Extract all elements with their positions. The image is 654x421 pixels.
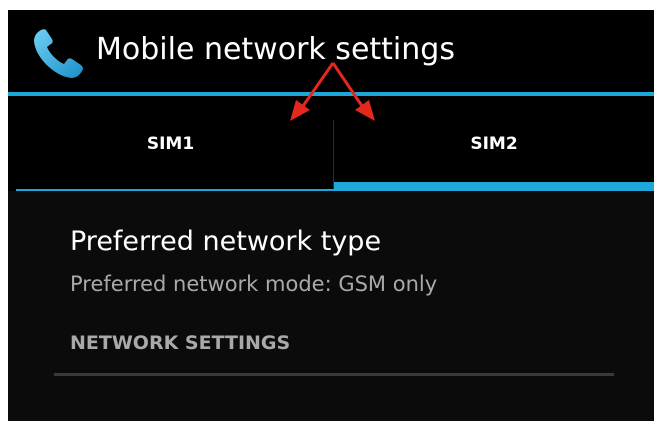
app-title: Mobile network settings: [96, 32, 455, 67]
preferred-network-type-item[interactable]: Preferred network type Preferred network…: [60, 200, 620, 310]
tab-sim1-label: SIM1: [146, 133, 195, 154]
network-settings-header: NETWORK SETTINGS: [70, 332, 291, 354]
preference-title: Preferred network type: [70, 226, 382, 257]
tab-sim2[interactable]: SIM2: [334, 96, 654, 191]
tab-sim2-selected-indicator: [334, 182, 654, 191]
top-crop-area: [0, 0, 654, 10]
action-bar: Mobile network settings: [8, 10, 654, 92]
section-divider: [54, 373, 614, 376]
phone-icon[interactable]: [28, 24, 88, 84]
tab-sim1[interactable]: SIM1: [8, 96, 333, 191]
preference-summary: Preferred network mode: GSM only: [70, 272, 438, 296]
sim-tab-bar: SIM1 SIM2: [8, 96, 654, 191]
tab-sim1-underline: [16, 189, 334, 191]
left-crop-area: [0, 0, 8, 421]
android-screen: Mobile network settings SIM1 SIM2 Prefer…: [8, 10, 654, 421]
tab-sim2-label: SIM2: [470, 133, 518, 154]
